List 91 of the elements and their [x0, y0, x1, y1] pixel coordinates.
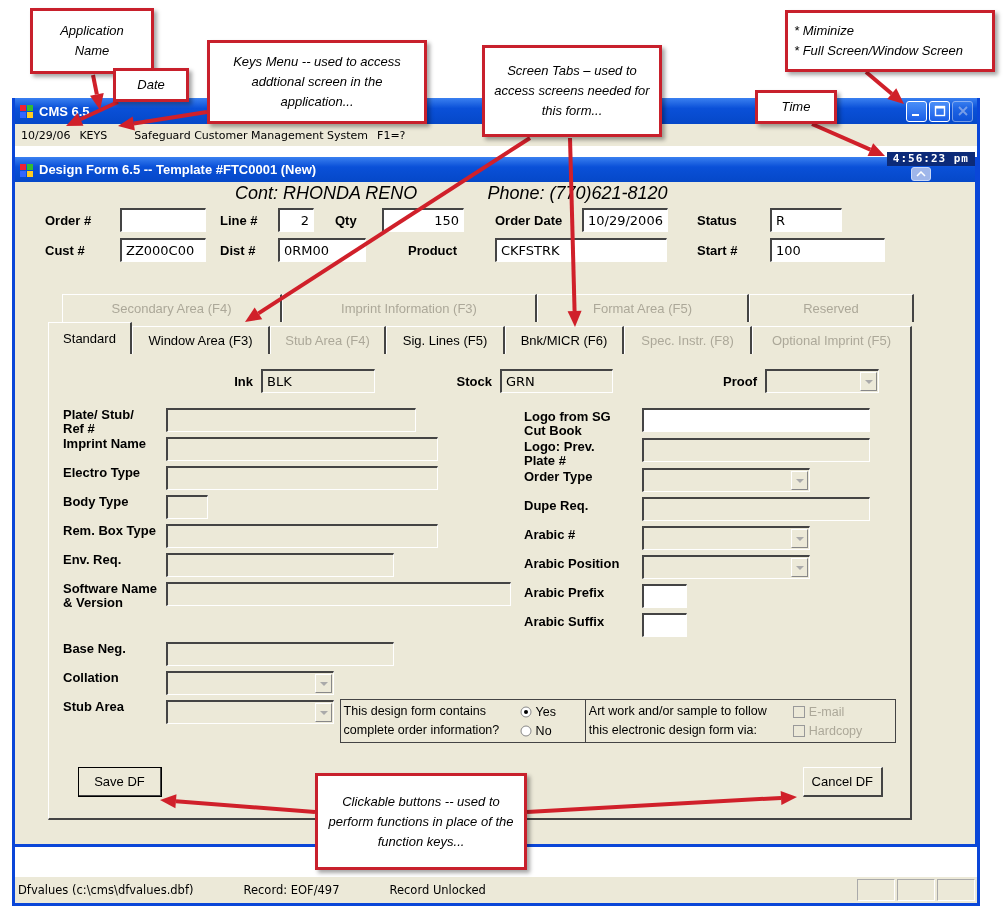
- input-field[interactable]: [642, 584, 687, 608]
- caret-icon: [795, 565, 804, 570]
- radio-option[interactable]: No: [519, 721, 556, 740]
- input-field[interactable]: ZZ000C00: [120, 238, 206, 262]
- minimize-button[interactable]: [906, 100, 927, 122]
- status-panel: [897, 879, 935, 901]
- input-field[interactable]: 0RM00: [278, 238, 366, 262]
- minimize-icon: [911, 114, 919, 116]
- input-field[interactable]: [120, 208, 206, 232]
- caret-icon: [795, 536, 804, 541]
- field-label: Imprint Name: [63, 437, 148, 451]
- save-button[interactable]: Save DF: [78, 767, 162, 797]
- field-label: Ink: [233, 373, 254, 389]
- status-text: Record: EOF/497: [243, 883, 340, 897]
- app-icon: [19, 103, 35, 119]
- chevron-up-icon: [916, 171, 926, 177]
- scroll-up-button[interactable]: [911, 167, 931, 181]
- field-label: Order #: [45, 212, 93, 228]
- field-label: Order Type: [524, 468, 594, 484]
- field-label: Arabic #: [524, 526, 577, 542]
- system-title: Safeguard Customer Management System: [134, 128, 369, 142]
- field-label: Arabic Prefix: [524, 584, 606, 600]
- annotation-callout: Keys Menu -- used to access addtional screen in the application...: [207, 40, 427, 124]
- tab[interactable]: Bnk/MICR (F6): [505, 326, 624, 354]
- annotation-callout: Time: [755, 90, 837, 124]
- input-field[interactable]: 10/29/2006: [582, 208, 668, 232]
- field-label: Electro Type: [63, 466, 142, 480]
- status-text: Dfvalues (c:\cms\dfvalues.dbf): [18, 883, 194, 897]
- close-icon: [956, 105, 969, 117]
- field-label: Stock: [455, 373, 493, 389]
- input-field[interactable]: GRN: [500, 369, 613, 393]
- caret-icon: [795, 478, 804, 483]
- status-text: Record Unlocked: [389, 883, 486, 897]
- annotation-callout: Screen Tabs – used to access screens needed for this form...: [482, 45, 662, 137]
- tab[interactable]: Window Area (F3): [132, 326, 270, 354]
- field-label: Logo: Prev. Plate #: [524, 438, 596, 468]
- field-label: Env. Req.: [63, 553, 123, 567]
- field-label: Cust #: [45, 242, 86, 258]
- field-label: Start #: [697, 242, 739, 258]
- tab[interactable]: Sig. Lines (F5): [386, 326, 505, 354]
- field-label: Qty: [335, 212, 358, 228]
- input-field[interactable]: 150: [382, 208, 464, 232]
- field-label: Order Date: [495, 212, 564, 228]
- field-label: Logo from SG Cut Book: [524, 408, 612, 438]
- field-label: Collation: [63, 671, 120, 685]
- annotation-callout: Clickable buttons -- used to perform functions in place of the function keys...: [315, 773, 527, 870]
- form-title: Design Form 6.5 -- Template #FTC0001 (New): [39, 162, 317, 177]
- dropdown[interactable]: [765, 369, 879, 393]
- contact-name: Cont: RHONDA RENO: [235, 182, 418, 204]
- field-label: Proof: [722, 373, 758, 389]
- status-panel: [857, 879, 895, 901]
- tab[interactable]: Standard: [48, 322, 132, 354]
- caret-icon: [319, 681, 328, 686]
- caret-icon: [864, 379, 873, 384]
- date-text: 10/29/06: [21, 128, 71, 142]
- annotation-callout: Application Name: [30, 8, 154, 74]
- field-label: Arabic Suffix: [524, 613, 606, 629]
- annotation-callout: Date: [113, 68, 189, 102]
- field-label: Plate/ Stub/ Ref #: [63, 408, 135, 436]
- input-field[interactable]: BLK: [261, 369, 375, 393]
- field-label: Dupe Req.: [524, 497, 590, 513]
- question-text: This design form contains complete order information?: [343, 703, 501, 739]
- artwork-text: Art work and/or sample to follow this electronic design form via:: [588, 703, 768, 739]
- input-field[interactable]: [642, 408, 870, 432]
- annotation-callout: * Miminize * Full Screen/Window Screen: [785, 10, 995, 72]
- caret-icon: [319, 710, 328, 715]
- status-panel: [937, 879, 975, 901]
- input-field[interactable]: CKFSTRK: [495, 238, 667, 262]
- keys-menu[interactable]: KEYS: [79, 128, 108, 142]
- field-label: Line #: [220, 212, 259, 228]
- time-display: 4:56:23 pm: [886, 152, 975, 166]
- input-field[interactable]: [642, 613, 687, 637]
- field-label: Software Name & Version: [63, 582, 158, 610]
- input-field[interactable]: 2: [278, 208, 314, 232]
- maximize-button[interactable]: [929, 100, 950, 122]
- app-icon: [19, 161, 35, 178]
- field-label: Base Neg.: [63, 642, 127, 656]
- maximize-icon: [933, 105, 946, 117]
- input-field[interactable]: 100: [770, 238, 885, 262]
- field-label: Dist #: [220, 242, 257, 258]
- input-field[interactable]: R: [770, 208, 842, 232]
- cancel-button[interactable]: Cancel DF: [802, 767, 883, 797]
- help-hint: F1=?: [377, 128, 406, 142]
- field-label: Arabic Position: [524, 555, 621, 571]
- field-label: Status: [697, 212, 738, 228]
- field-label: Body Type: [63, 495, 130, 509]
- field-label: Product: [408, 242, 459, 258]
- arrow: [864, 70, 904, 104]
- radio-option[interactable]: Yes: [519, 702, 556, 721]
- field-label: Stub Area: [63, 700, 125, 714]
- field-label: Rem. Box Type: [63, 524, 157, 538]
